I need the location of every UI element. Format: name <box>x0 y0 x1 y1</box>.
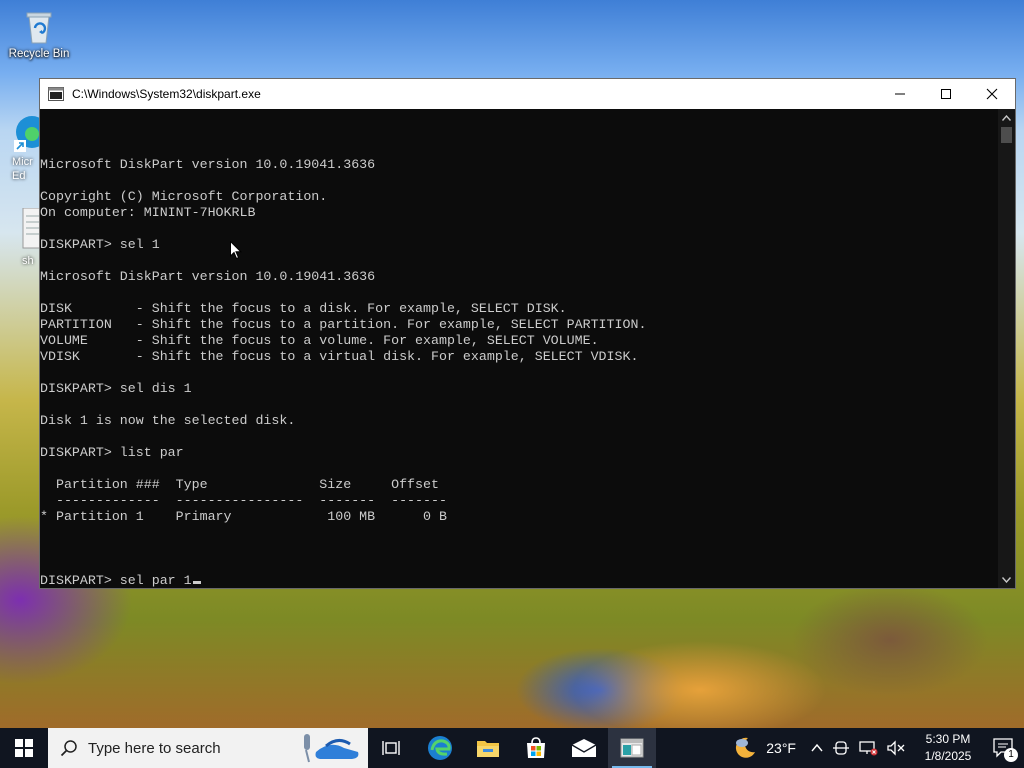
console-line: DISKPART> sel dis 1 <box>40 381 192 396</box>
scroll-down-button[interactable] <box>998 571 1015 588</box>
notification-count-badge: 1 <box>1004 748 1018 762</box>
taskbar-diskpart-button[interactable] <box>608 728 656 768</box>
maximize-button[interactable] <box>923 79 969 109</box>
clock-time: 5:30 PM <box>925 732 971 746</box>
weather-widget[interactable]: 23°F <box>732 728 796 768</box>
maximize-icon <box>941 89 951 99</box>
network-disconnected-icon[interactable] <box>858 740 878 756</box>
console-lines: Microsoft DiskPart version 10.0.19041.36… <box>40 157 1000 541</box>
scrollbar-thumb[interactable] <box>1001 127 1012 143</box>
taskbar-search-box[interactable]: Type here to search <box>48 728 368 768</box>
console-line: VDISK - Shift the focus to a virtual dis… <box>40 349 639 364</box>
windows-logo-icon <box>15 739 33 757</box>
notification-center-button[interactable]: 1 <box>984 728 1024 768</box>
store-icon <box>527 737 545 758</box>
device-icon[interactable] <box>832 740 850 756</box>
taskbar-clock[interactable]: 5:30 PM 1/8/2025 <box>912 731 984 765</box>
console-line: ------------- ---------------- ------- -… <box>40 493 447 508</box>
console-prompt: DISKPART> sel par 1 <box>40 573 192 588</box>
text-cursor <box>192 581 201 584</box>
console-line: DISKPART> sel 1 <box>40 237 160 252</box>
task-view-icon <box>382 741 400 755</box>
chevron-up-icon <box>1002 114 1011 121</box>
system-tray <box>810 728 906 768</box>
console-line: Microsoft DiskPart version 10.0.19041.36… <box>40 157 376 172</box>
weather-temperature: 23°F <box>766 740 796 756</box>
chevron-up-icon[interactable] <box>810 741 824 755</box>
console-line: Microsoft DiskPart version 10.0.19041.36… <box>40 269 376 284</box>
console-line: On computer: MININT-7HOKRLB <box>40 205 256 220</box>
clock-date: 1/8/2025 <box>924 749 972 763</box>
close-button[interactable] <box>969 79 1015 109</box>
chevron-down-icon <box>1002 576 1011 583</box>
vertical-scrollbar[interactable] <box>998 109 1015 588</box>
moon-weather-icon <box>736 737 756 758</box>
document-shortcut[interactable]: sh <box>22 207 41 267</box>
window-titlebar[interactable]: C:\Windows\System32\diskpart.exe <box>40 79 1015 109</box>
search-icon <box>60 740 77 757</box>
edge-shortcut[interactable]: Micr Ed <box>12 112 48 183</box>
edge-icon <box>428 736 452 760</box>
console-line: VOLUME - Shift the focus to a volume. Fo… <box>40 333 599 348</box>
edge-shortcut-label: Micr Ed <box>12 156 33 182</box>
window-title: C:\Windows\System32\diskpart.exe <box>72 87 261 101</box>
mouse-pointer-icon <box>230 241 242 260</box>
minimize-icon <box>895 93 905 95</box>
recycle-bin-shortcut[interactable]: Recycle Bin <box>1 6 77 60</box>
console-output[interactable]: Microsoft DiskPart version 10.0.19041.36… <box>40 109 1000 588</box>
minimize-button[interactable] <box>877 79 923 109</box>
console-prompt-line[interactable]: DISKPART> sel par 1 <box>40 573 1000 588</box>
start-button[interactable] <box>0 728 48 768</box>
console-line: DISK - Shift the focus to a disk. For ex… <box>40 301 567 316</box>
console-icon <box>48 87 64 101</box>
console-line: Partition ### Type Size Offset <box>40 477 439 492</box>
taskbar-file-explorer-button[interactable] <box>464 728 512 768</box>
console-line: DISKPART> list par <box>40 445 184 460</box>
volume-muted-icon[interactable] <box>886 740 906 756</box>
taskbar: Type here to search 23°F 5:30 PM 1/8/202… <box>0 728 1024 768</box>
console-line: Disk 1 is now the selected disk. <box>40 413 296 428</box>
console-line: * Partition 1 Primary 100 MB 0 B <box>40 509 447 524</box>
console-line: Copyright (C) Microsoft Corporation. <box>40 189 328 204</box>
edge-icon <box>14 116 48 152</box>
taskbar-edge-button[interactable] <box>416 728 464 768</box>
mail-icon <box>571 739 597 757</box>
recycle-bin-icon <box>21 6 57 46</box>
scroll-up-button[interactable] <box>998 109 1015 126</box>
diskpart-window[interactable]: C:\Windows\System32\diskpart.exe Microso… <box>39 78 1016 589</box>
close-icon <box>986 88 998 100</box>
diskpart-console-icon <box>620 738 644 758</box>
recycle-bin-label: Recycle Bin <box>8 48 70 60</box>
document-icon <box>22 207 41 249</box>
file-explorer-icon <box>477 741 499 757</box>
document-shortcut-label: sh <box>22 255 34 267</box>
console-line: PARTITION - Shift the focus to a partiti… <box>40 317 647 332</box>
taskbar-store-button[interactable] <box>512 728 560 768</box>
search-placeholder: Type here to search <box>88 739 221 757</box>
task-view-button[interactable] <box>368 728 416 768</box>
taskbar-mail-button[interactable] <box>560 728 608 768</box>
search-highlight-icon <box>304 734 359 763</box>
